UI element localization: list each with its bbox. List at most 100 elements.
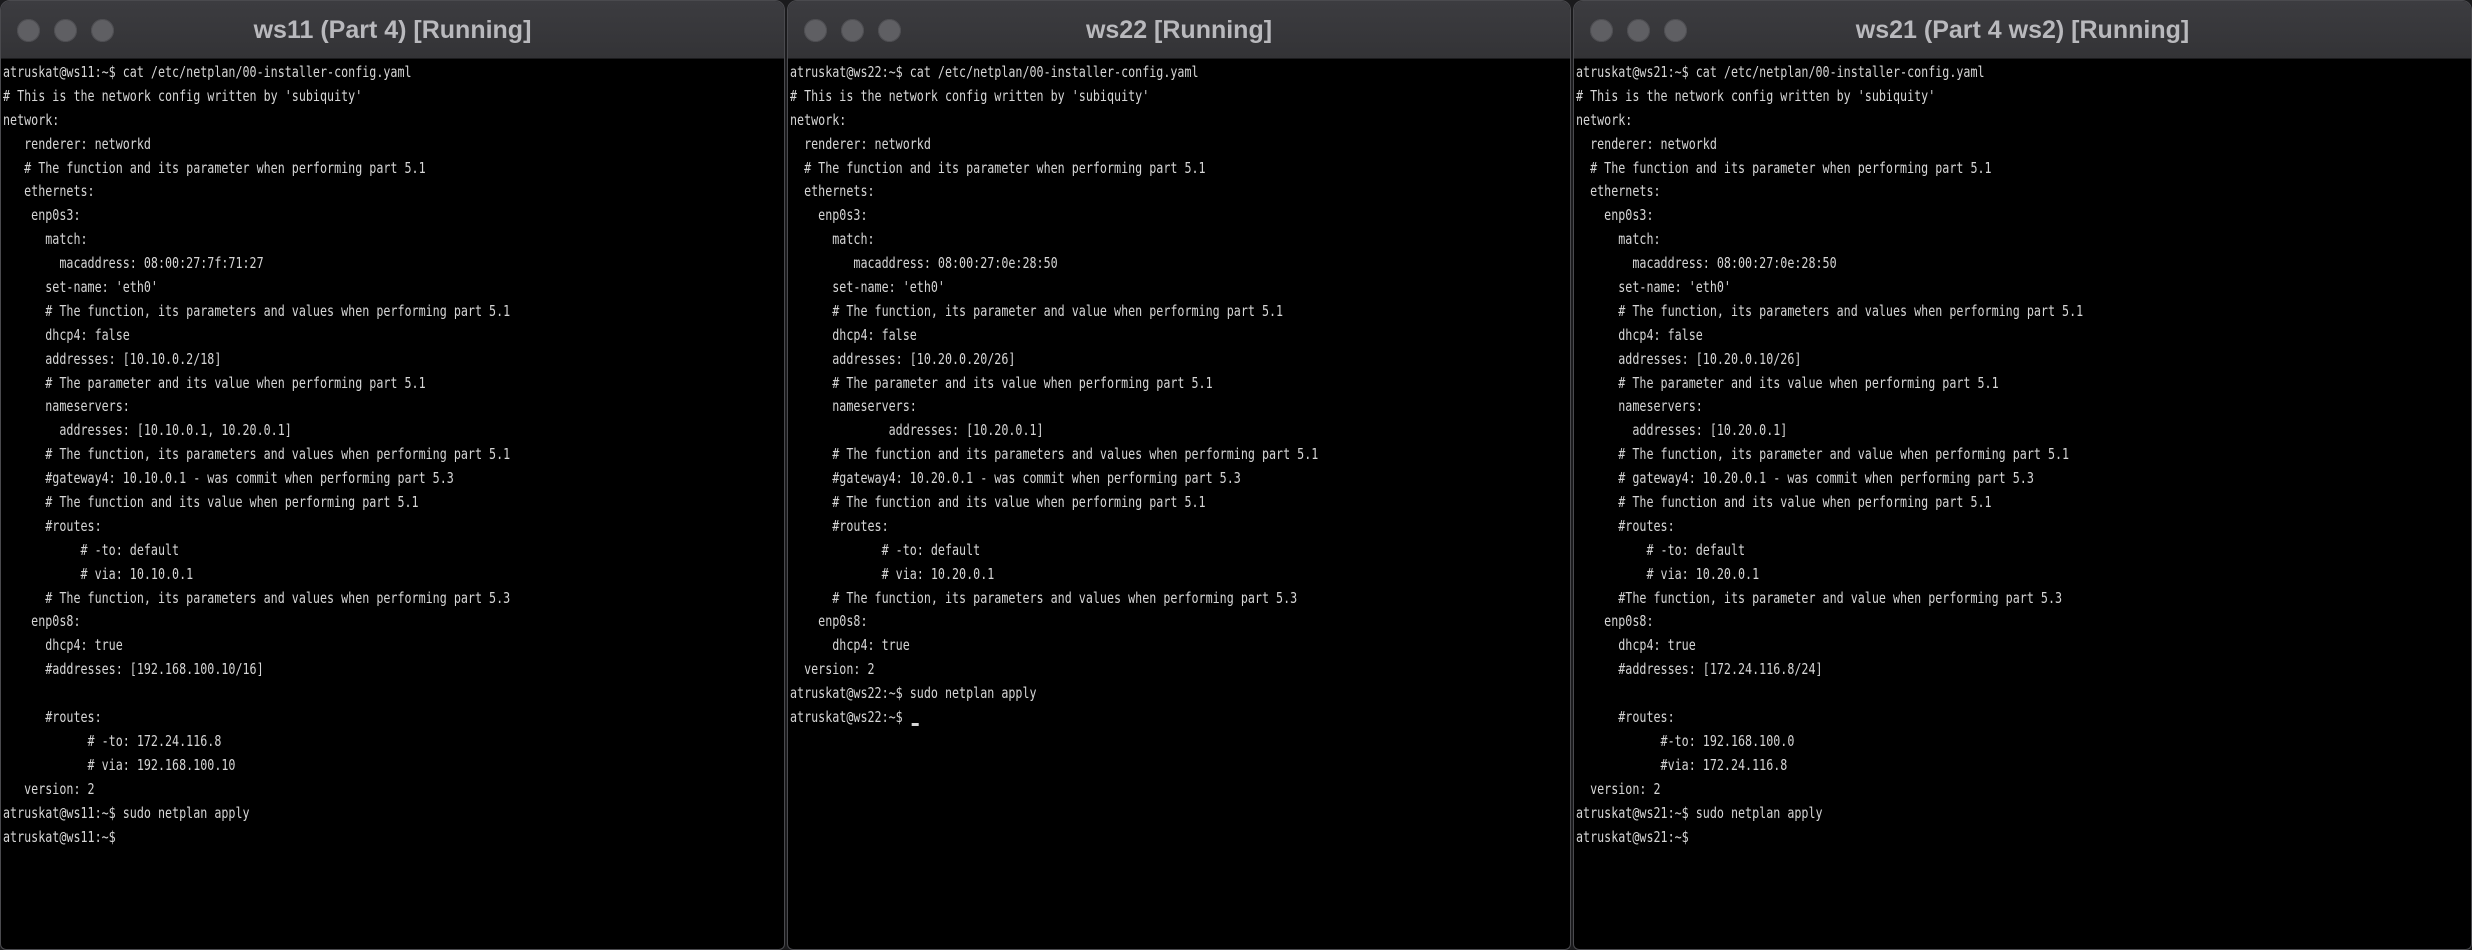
terminal-line: addresses: [10.10.0.2/18] — [3, 349, 222, 368]
terminal-output[interactable]: atruskat@ws22:~$ cat /etc/netplan/00-ins… — [790, 61, 1570, 949]
terminal-cursor — [911, 723, 919, 727]
terminal-line: atruskat@ws21:~$ sudo netplan apply — [1576, 803, 1823, 822]
terminal-line: # The function and its parameters and va… — [790, 445, 1319, 464]
terminal-line: atruskat@ws11:~$ — [3, 827, 116, 846]
terminal-line: addresses: [10.20.0.10/26] — [1576, 349, 1802, 368]
terminal-line: dhcp4: false — [3, 325, 130, 344]
terminal-line: # gateway4: 10.20.0.1 - was commit when … — [1576, 469, 2034, 488]
terminal-line: enp0s3: — [1576, 206, 1654, 225]
terminal-line: enp0s8: — [3, 612, 81, 631]
terminal-line: dhcp4: true — [1576, 636, 1696, 655]
close-button[interactable] — [804, 19, 827, 42]
terminal-line: atruskat@ws21:~$ — [1576, 827, 1689, 846]
terminal-line: # -to: default — [1576, 540, 1746, 559]
terminal-output[interactable]: atruskat@ws21:~$ cat /etc/netplan/00-ins… — [1576, 61, 2471, 949]
terminal-line: # The parameter and its value when perfo… — [3, 373, 426, 392]
terminal-line: # The parameter and its value when perfo… — [1576, 373, 1999, 392]
terminal-line: addresses: [10.20.0.1] — [790, 421, 1044, 440]
terminal-line: enp0s3: — [790, 206, 868, 225]
desktop: ws11 (Part 4) [Running] atruskat@ws11:~$… — [0, 0, 2472, 950]
terminal-line: # via: 10.20.0.1 — [790, 564, 995, 583]
close-button[interactable] — [1590, 19, 1613, 42]
terminal-line: # via: 10.20.0.1 — [1576, 564, 1760, 583]
terminal-line: ethernets: — [1576, 182, 1661, 201]
terminal-line: # The function and its value when perfor… — [790, 493, 1206, 512]
terminal-line: #The function, its parameter and value w… — [1576, 588, 2063, 607]
terminal-line: #via: 172.24.116.8 — [1576, 755, 1788, 774]
terminal-line: renderer: networkd — [1576, 134, 1717, 153]
terminal-line: # -to: default — [790, 540, 981, 559]
terminal-line: dhcp4: true — [3, 636, 123, 655]
window-titlebar[interactable]: ws22 [Running] — [788, 1, 1570, 59]
terminal-line: #addresses: [172.24.116.8/24] — [1576, 660, 1823, 679]
minimize-button[interactable] — [54, 19, 77, 42]
minimize-button[interactable] — [841, 19, 864, 42]
terminal-line: ethernets: — [3, 182, 95, 201]
terminal-line: # The function, its parameters and value… — [1576, 301, 2084, 320]
terminal-line: nameservers: — [1576, 397, 1703, 416]
zoom-button[interactable] — [878, 19, 901, 42]
terminal-line: addresses: [10.10.0.1, 10.20.0.1] — [3, 421, 292, 440]
terminal-line: dhcp4: true — [790, 636, 910, 655]
terminal-line: # The function and its parameter when pe… — [1576, 158, 1992, 177]
minimize-button[interactable] — [1627, 19, 1650, 42]
zoom-button[interactable] — [91, 19, 114, 42]
terminal-line: # This is the network config written by … — [3, 86, 363, 105]
terminal-line: macaddress: 08:00:27:0e:28:50 — [790, 254, 1058, 273]
terminal-line: version: 2 — [790, 660, 875, 679]
terminal-line: set-name: 'eth0' — [3, 278, 158, 297]
terminal-line: atruskat@ws11:~$ sudo netplan apply — [3, 803, 250, 822]
terminal-line: set-name: 'eth0' — [1576, 278, 1731, 297]
terminal-line: enp0s8: — [1576, 612, 1654, 631]
terminal-line: version: 2 — [3, 779, 95, 798]
terminal-line: # via: 192.168.100.10 — [3, 755, 236, 774]
terminal-line: network: — [790, 110, 847, 129]
terminal-line: # -to: default — [3, 540, 180, 559]
terminal-line: #routes: — [1576, 516, 1675, 535]
terminal-line: enp0s3: — [3, 206, 81, 225]
window-titlebar[interactable]: ws11 (Part 4) [Running] — [1, 1, 784, 59]
close-button[interactable] — [17, 19, 40, 42]
terminal-line: ethernets: — [790, 182, 875, 201]
window-title: ws22 [Running] — [1085, 16, 1273, 44]
terminal-line: # The function and its value when perfor… — [3, 493, 419, 512]
terminal-line: # This is the network config written by … — [790, 86, 1150, 105]
terminal-line: enp0s8: — [790, 612, 868, 631]
terminal-line: network: — [3, 110, 60, 129]
terminal-line: atruskat@ws11:~$ cat /etc/netplan/00-ins… — [3, 63, 412, 81]
terminal-line: # The function and its parameter when pe… — [790, 158, 1206, 177]
terminal-line: # -to: 172.24.116.8 — [3, 731, 222, 750]
terminal-line: atruskat@ws22:~$ — [790, 706, 1398, 730]
window-title: ws21 (Part 4 ws2) [Running] — [1855, 16, 2190, 44]
terminal-output[interactable]: atruskat@ws11:~$ cat /etc/netplan/00-ins… — [3, 61, 784, 949]
terminal-line: addresses: [10.20.0.1] — [1576, 421, 1788, 440]
terminal-line: addresses: [10.20.0.20/26] — [790, 349, 1016, 368]
terminal-line: renderer: networkd — [3, 134, 151, 153]
vm-window-ws22[interactable]: ws22 [Running] atruskat@ws22:~$ cat /etc… — [787, 0, 1571, 950]
vm-window-ws11[interactable]: ws11 (Part 4) [Running] atruskat@ws11:~$… — [0, 0, 785, 950]
vm-window-ws21[interactable]: ws21 (Part 4 ws2) [Running] atruskat@ws2… — [1573, 0, 2472, 950]
terminal-line: nameservers: — [3, 397, 130, 416]
terminal-line: macaddress: 08:00:27:7f:71:27 — [3, 254, 264, 273]
terminal-line: #routes: — [3, 708, 102, 727]
terminal-line: # The function, its parameters and value… — [3, 301, 511, 320]
terminal-line: # The parameter and its value when perfo… — [790, 373, 1213, 392]
terminal-line: version: 2 — [1576, 779, 1661, 798]
zoom-button[interactable] — [1664, 19, 1687, 42]
terminal-line: #routes: — [3, 516, 102, 535]
terminal-line: # The function, its parameters and value… — [3, 588, 511, 607]
terminal-line: #-to: 192.168.100.0 — [1576, 731, 1795, 750]
window-titlebar[interactable]: ws21 (Part 4 ws2) [Running] — [1574, 1, 2471, 59]
terminal-line: network: — [1576, 110, 1633, 129]
terminal-line: match: — [3, 230, 88, 249]
terminal-line: # The function and its value when perfor… — [1576, 493, 1992, 512]
terminal-line: atruskat@ws22:~$ sudo netplan apply — [790, 684, 1037, 703]
window-controls — [1590, 19, 1687, 42]
terminal-line: # The function and its parameter when pe… — [3, 158, 426, 177]
terminal-line: # The function, its parameter and value … — [790, 301, 1284, 320]
terminal-line: match: — [790, 230, 875, 249]
terminal-line: atruskat@ws21:~$ cat /etc/netplan/00-ins… — [1576, 63, 1985, 81]
terminal-line: #gateway4: 10.20.0.1 - was commit when p… — [790, 469, 1241, 488]
terminal-line: # via: 10.10.0.1 — [3, 564, 194, 583]
